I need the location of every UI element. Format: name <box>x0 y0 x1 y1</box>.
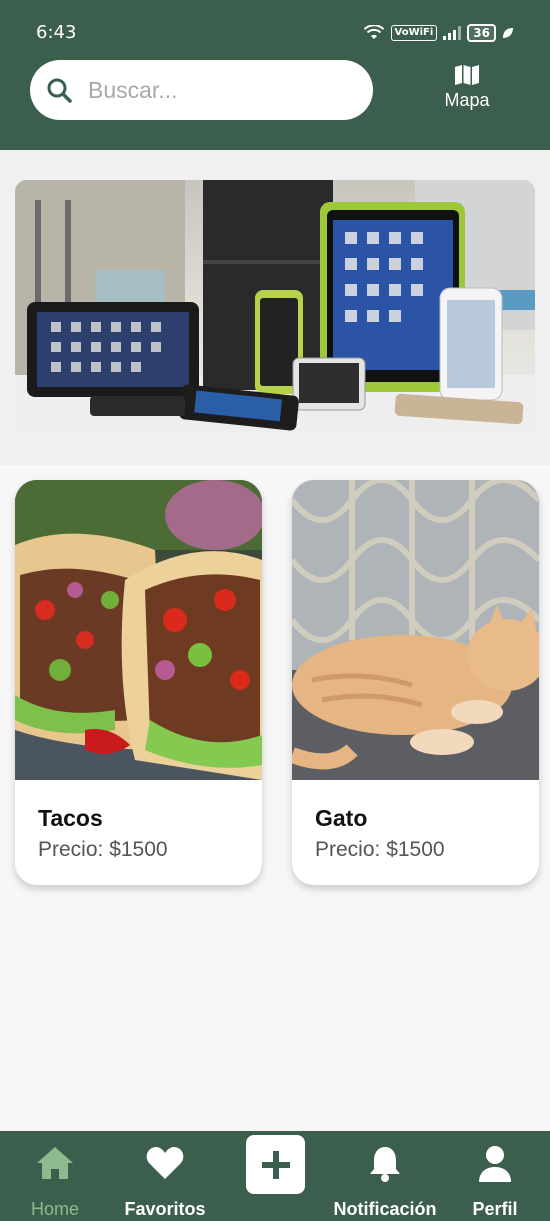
add-button[interactable] <box>246 1135 305 1194</box>
product-title: Gato <box>315 805 368 831</box>
product-price: Precio: $1500 <box>315 838 445 861</box>
nav-item-home[interactable]: Home <box>0 1131 110 1221</box>
search-icon <box>47 78 72 103</box>
map-button[interactable]: Mapa <box>436 64 498 111</box>
nav-item-favoritos[interactable]: Favoritos <box>110 1131 220 1221</box>
bell-icon <box>370 1147 400 1182</box>
person-icon <box>479 1146 511 1182</box>
leaf-icon <box>502 27 514 39</box>
nav-label: Notificación <box>333 1199 437 1219</box>
cat-image <box>292 480 539 780</box>
battery-indicator: 36 <box>467 24 496 42</box>
product-grid: Tacos Precio: $1500 Gato Precio: $1500 <box>0 465 550 1130</box>
wifi-icon <box>363 25 385 41</box>
nav-item-notificacion[interactable]: Notificación <box>330 1131 440 1221</box>
tacos-image <box>15 480 262 780</box>
product-price: Precio: $1500 <box>38 838 168 861</box>
plus-icon <box>261 1150 290 1179</box>
home-icon <box>37 1147 73 1179</box>
nav-label: Home <box>30 1199 80 1219</box>
devices-banner-image[interactable] <box>15 180 535 435</box>
map-label: Mapa <box>444 90 490 110</box>
status-time: 6:43 <box>36 22 77 43</box>
status-icons: VoWiFi 36 <box>363 24 514 42</box>
top-app-bar: 6:43 VoWiFi 36 Buscar... Mapa <box>0 0 550 150</box>
vowifi-badge: VoWiFi <box>390 25 438 41</box>
signal-icon <box>443 26 462 40</box>
search-input[interactable] <box>86 75 350 105</box>
banner-section <box>0 150 550 465</box>
nav-item-perfil[interactable]: Perfil <box>440 1131 550 1221</box>
product-card[interactable]: Tacos Precio: $1500 <box>15 480 262 885</box>
search-bar[interactable] <box>30 60 373 120</box>
product-title: Tacos <box>38 805 103 831</box>
heart-icon <box>146 1147 184 1179</box>
product-card[interactable]: Gato Precio: $1500 <box>292 480 539 885</box>
bottom-navigation: Home Favoritos Notificación Perfil <box>0 1131 550 1221</box>
map-icon <box>455 65 479 85</box>
nav-label: Perfil <box>472 1199 518 1219</box>
nav-label: Favoritos <box>124 1199 206 1219</box>
